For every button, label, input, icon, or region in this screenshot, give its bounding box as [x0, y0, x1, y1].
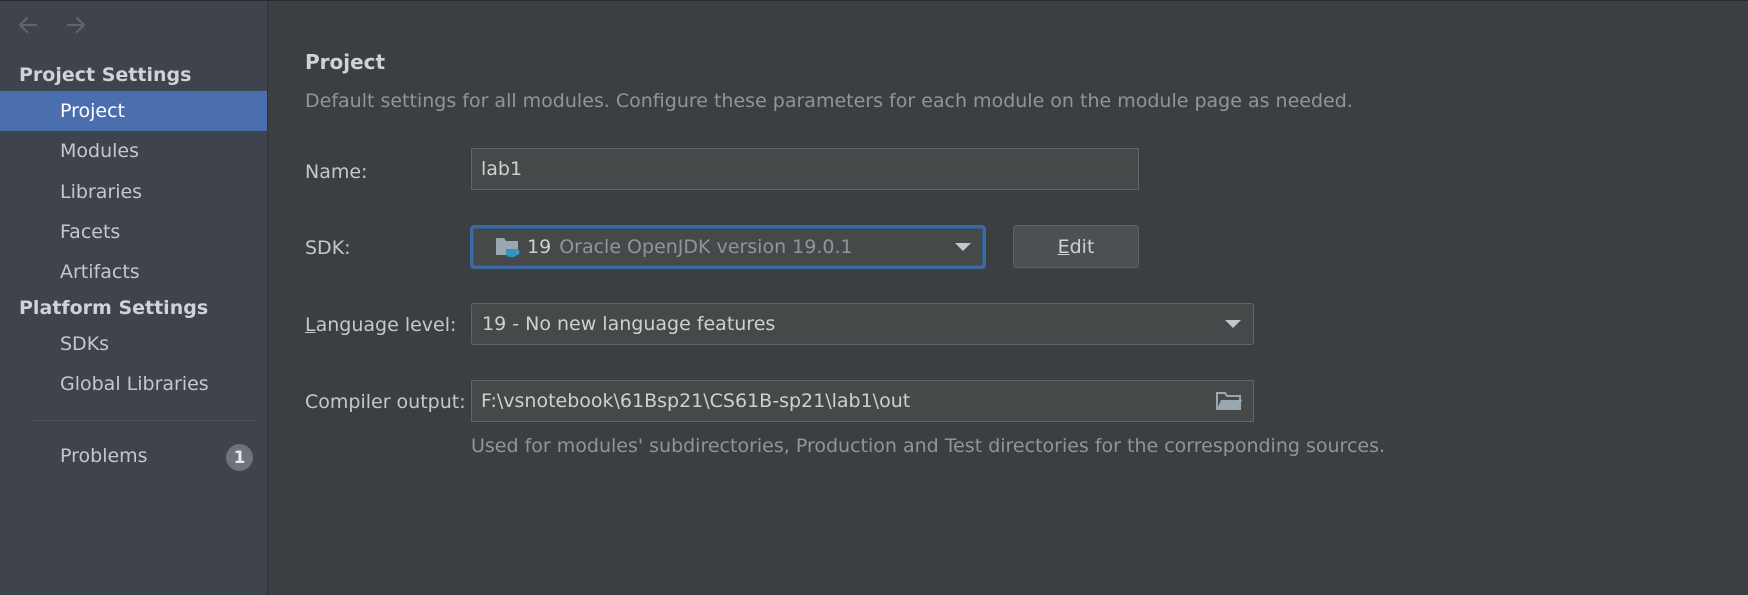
platform-settings-header: Platform Settings [19, 297, 209, 319]
sdk-dropdown[interactable]: 19 Oracle OpenJDK version 19.0.1 [470, 225, 986, 269]
edit-button-label: dit [1069, 235, 1095, 258]
sidebar-item-project[interactable]: Project [0, 91, 267, 131]
sidebar-item-libraries[interactable]: Libraries [0, 172, 267, 212]
sidebar-item-label: Problems [60, 445, 148, 467]
language-level-label: Language level: [305, 314, 456, 336]
sidebar-divider [34, 420, 256, 421]
sidebar-item-global-libraries[interactable]: Global Libraries [0, 364, 267, 404]
edit-button-mnemonic: E [1057, 235, 1070, 258]
project-settings-header: Project Settings [19, 64, 192, 86]
name-field[interactable]: lab1 [471, 148, 1139, 190]
arrow-right-icon [66, 16, 86, 34]
folder-browse-icon[interactable] [1215, 389, 1243, 413]
name-label: Name: [305, 161, 368, 183]
compiler-output-value: F:\vsnotebook\61Bsp21\CS61B-sp21\lab1\ou… [481, 390, 911, 412]
compiler-output-field[interactable]: F:\vsnotebook\61Bsp21\CS61B-sp21\lab1\ou… [471, 380, 1254, 422]
sidebar-item-facets[interactable]: Facets [0, 212, 267, 252]
edit-sdk-button[interactable]: Edit [1013, 225, 1139, 268]
sdk-label: SDK: [305, 237, 351, 259]
sidebar-item-sdks[interactable]: SDKs [0, 324, 267, 364]
arrow-left-icon [18, 16, 38, 34]
language-level-value: 19 - No new language features [482, 313, 776, 335]
sidebar-item-label: Global Libraries [60, 373, 209, 395]
sdk-description: Oracle OpenJDK version 19.0.1 [559, 236, 853, 258]
sidebar-item-label: Modules [60, 140, 139, 162]
navigation-arrows [14, 11, 90, 39]
forward-button[interactable] [62, 11, 90, 39]
sidebar-item-label: Artifacts [60, 261, 140, 283]
chevron-down-icon [955, 243, 971, 251]
problems-count-badge: 1 [226, 444, 253, 471]
sidebar-item-label: Libraries [60, 181, 143, 203]
sidebar-item-label: Project [60, 100, 126, 122]
chevron-down-icon [1225, 320, 1241, 328]
compiler-output-hint: Used for modules' subdirectories, Produc… [471, 435, 1386, 457]
sidebar-item-modules[interactable]: Modules [0, 131, 267, 171]
name-field-value: lab1 [481, 158, 523, 180]
sidebar-item-artifacts[interactable]: Artifacts [0, 252, 267, 292]
project-structure-dialog: Project Settings Project Modules Librari… [0, 0, 1748, 595]
back-button[interactable] [14, 11, 42, 39]
language-level-label-mnemonic: L [305, 314, 316, 336]
main-panel: Project Default settings for all modules… [269, 1, 1748, 595]
compiler-output-label: Compiler output: [305, 391, 466, 413]
sidebar-item-label: SDKs [60, 333, 110, 355]
language-level-label-text: anguage level: [315, 314, 457, 336]
sidebar-item-label: Facets [60, 221, 121, 243]
jdk-folder-icon [496, 238, 520, 257]
sidebar: Project Settings Project Modules Librari… [0, 1, 268, 595]
page-title: Project [305, 50, 386, 74]
language-level-dropdown[interactable]: 19 - No new language features [471, 303, 1254, 345]
sidebar-item-problems[interactable]: Problems 1 [0, 436, 267, 476]
page-description: Default settings for all modules. Config… [305, 90, 1353, 112]
sdk-version: 19 [527, 236, 552, 258]
